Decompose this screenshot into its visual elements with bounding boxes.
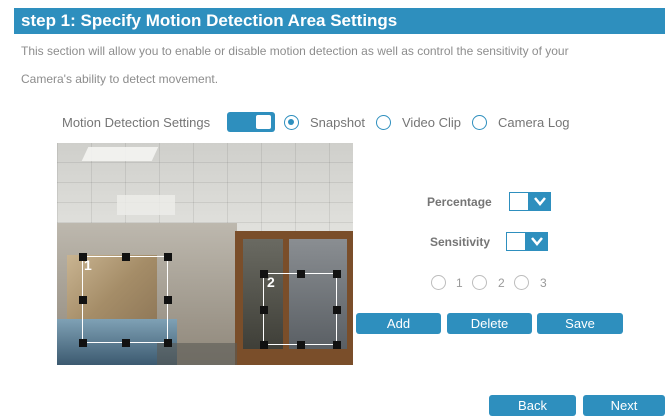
- zone-resize-handle[interactable]: [260, 306, 268, 314]
- chevron-down-icon: [531, 237, 543, 246]
- dropdown-arrow-button[interactable]: [526, 232, 548, 251]
- zone-resize-handle[interactable]: [122, 253, 130, 261]
- save-button[interactable]: Save: [537, 313, 623, 334]
- section-header: step 1: Specify Motion Detection Area Se…: [14, 8, 665, 34]
- zone-radio-3[interactable]: [514, 275, 529, 290]
- zone-radio-2-label: 2: [498, 276, 505, 290]
- sensitivity-dropdown[interactable]: [506, 232, 548, 251]
- back-button[interactable]: Back: [489, 395, 576, 416]
- zone-number: 2: [267, 274, 275, 290]
- zone-radio-2[interactable]: [472, 275, 487, 290]
- zone-resize-handle[interactable]: [297, 270, 305, 278]
- dropdown-value-box: [506, 232, 526, 251]
- detection-zone-2[interactable]: 2: [260, 270, 341, 349]
- sensitivity-label: Sensitivity: [430, 235, 491, 249]
- zone-resize-handle[interactable]: [122, 339, 130, 347]
- snapshot-label: Snapshot: [310, 115, 365, 130]
- zone-resize-handle[interactable]: [297, 341, 305, 349]
- detection-zone-1[interactable]: 1: [79, 253, 172, 347]
- camera-log-label: Camera Log: [498, 115, 570, 130]
- motion-settings-label: Motion Detection Settings: [62, 115, 211, 130]
- description-line-2: Camera's ability to detect movement.: [21, 72, 219, 86]
- zone-resize-handle[interactable]: [164, 339, 172, 347]
- zone-resize-handle[interactable]: [79, 296, 87, 304]
- delete-button[interactable]: Delete: [447, 313, 532, 334]
- dropdown-value-box: [509, 192, 529, 211]
- zone-resize-handle[interactable]: [79, 253, 87, 261]
- percentage-dropdown[interactable]: [509, 192, 551, 211]
- motion-detection-toggle[interactable]: [227, 112, 275, 132]
- add-button[interactable]: Add: [356, 313, 441, 334]
- percentage-label: Percentage: [427, 195, 492, 209]
- zone-resize-handle[interactable]: [164, 253, 172, 261]
- camera-log-radio[interactable]: [472, 115, 487, 130]
- motion-settings-row: Motion Detection Settings Snapshot Video…: [0, 110, 665, 134]
- chevron-down-icon: [534, 197, 546, 206]
- zone-resize-handle[interactable]: [164, 296, 172, 304]
- zone-resize-handle[interactable]: [79, 339, 87, 347]
- video-clip-radio[interactable]: [376, 115, 391, 130]
- zone-radio-3-label: 3: [540, 276, 547, 290]
- description-line-1: This section will allow you to enable or…: [21, 44, 569, 58]
- zone-radio-1-label: 1: [456, 276, 463, 290]
- camera-preview[interactable]: 1 2: [57, 143, 353, 365]
- zone-resize-handle[interactable]: [333, 306, 341, 314]
- video-clip-label: Video Clip: [402, 115, 462, 130]
- zone-radio-1[interactable]: [431, 275, 446, 290]
- next-button[interactable]: Next: [583, 395, 665, 416]
- zone-resize-handle[interactable]: [260, 341, 268, 349]
- ceiling-light: [81, 147, 159, 161]
- snapshot-radio[interactable]: [284, 115, 299, 130]
- zone-resize-handle[interactable]: [333, 270, 341, 278]
- ceiling-vent: [117, 195, 175, 215]
- zone-resize-handle[interactable]: [333, 341, 341, 349]
- toggle-knob: [256, 115, 271, 129]
- dropdown-arrow-button[interactable]: [529, 192, 551, 211]
- zone-resize-handle[interactable]: [260, 270, 268, 278]
- section-title: step 1: Specify Motion Detection Area Se…: [21, 11, 398, 30]
